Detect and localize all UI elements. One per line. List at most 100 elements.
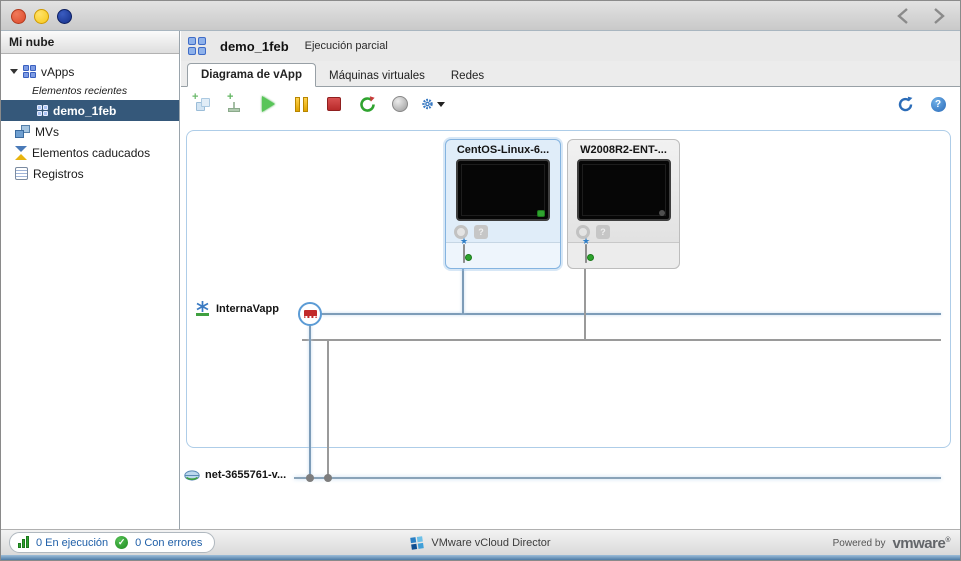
- power-indicator-icon: [658, 210, 665, 216]
- switch-icon: [303, 310, 317, 318]
- connector-centos-nic: [462, 269, 464, 314]
- vm-card-w2008r2[interactable]: W2008R2-ENT-... ? ★: [567, 139, 680, 269]
- network-label-internavapp[interactable]: InternaVapp: [194, 300, 279, 317]
- stop-button[interactable]: [322, 93, 346, 115]
- stop-icon: [327, 97, 341, 111]
- vm-nic-strip: ★: [568, 237, 679, 268]
- logs-label: Registros: [33, 166, 84, 181]
- product-branding: VMware vCloud Director: [1, 530, 960, 556]
- help-icon: ?: [930, 96, 946, 112]
- help-button[interactable]: ?: [926, 93, 950, 115]
- network-line-net3655761[interactable]: [294, 477, 941, 479]
- tab-virtual-machines[interactable]: Máquinas virtuales: [316, 65, 438, 87]
- network-name: net-3655761-v...: [205, 469, 287, 481]
- vm-card-centos[interactable]: CentOS-Linux-6... ? ★: [445, 139, 561, 269]
- refresh-icon: [898, 96, 912, 111]
- network-label-net3655761[interactable]: net-3655761-v...: [184, 469, 286, 481]
- nic-connected-icon: [465, 254, 472, 261]
- powered-by-text: Powered by: [832, 537, 886, 549]
- add-vm-button[interactable]: +: [190, 91, 214, 115]
- vapp-item-icon: [37, 105, 48, 116]
- tab-diagram[interactable]: Diagrama de vApp: [187, 63, 316, 87]
- vapp-header: demo_1feb Ejecución parcial: [181, 31, 960, 61]
- console-icon: [392, 96, 408, 112]
- vapp-diagram: InternaVapp net-3655761-v... CentOS-Linu…: [181, 121, 960, 529]
- pause-icon: [294, 96, 308, 112]
- vapp-icon: [188, 37, 206, 55]
- recent-items-label: Elementos recientes: [32, 85, 128, 97]
- vms-icon: [15, 125, 30, 138]
- play-icon: [261, 96, 275, 112]
- vm-nic-connector[interactable]: ★: [580, 237, 594, 263]
- dropdown-caret-icon: [437, 101, 445, 107]
- nic-plug-icon: [463, 244, 472, 263]
- vapp-network-icon: [196, 301, 209, 316]
- vcloud-logo-icon: [410, 536, 425, 550]
- vm-question-badge-icon: ?: [474, 225, 488, 239]
- hourglass-icon: [15, 145, 27, 160]
- junction-dot: [324, 474, 332, 482]
- forward-chevron-icon[interactable]: [930, 6, 948, 26]
- window-close-button[interactable]: [11, 9, 26, 24]
- toolbar: + + ?: [181, 87, 960, 121]
- refresh-button[interactable]: [893, 93, 917, 115]
- vcloud-director-window: { "titlebar": { "window_buttons": ["clos…: [0, 0, 961, 561]
- main-panel: demo_1feb Ejecución parcial Diagrama de …: [181, 31, 960, 529]
- nic-connected-icon: [587, 254, 594, 261]
- connector-secondary-to-net: [327, 339, 329, 478]
- network-line-secondary[interactable]: [302, 339, 941, 341]
- junction-dot: [306, 474, 314, 482]
- sidebar-item-expired[interactable]: Elementos caducados: [1, 142, 179, 163]
- vm-console-thumbnail[interactable]: [456, 159, 550, 221]
- vm-nic-connector[interactable]: ★: [458, 237, 472, 263]
- vm-name: W2008R2-ENT-...: [580, 144, 667, 156]
- mvs-label: MVs: [35, 124, 59, 139]
- product-name: VMware vCloud Director: [431, 537, 551, 549]
- vm-nic-strip: ★: [446, 237, 560, 268]
- router-node-icon[interactable]: [298, 302, 322, 326]
- titlebar: [1, 1, 960, 31]
- connector-w2008-nic: [584, 269, 586, 340]
- org-network-icon: [184, 469, 200, 481]
- suspend-button[interactable]: [289, 93, 313, 115]
- gear-icon: [422, 98, 433, 110]
- start-button[interactable]: [256, 93, 280, 115]
- sidebar-item-logs[interactable]: Registros: [1, 163, 179, 184]
- add-vm-icon: +: [192, 91, 212, 113]
- expired-label: Elementos caducados: [32, 145, 151, 160]
- tab-networks[interactable]: Redes: [438, 65, 497, 87]
- vapps-icon: [23, 65, 36, 78]
- vm-name: CentOS-Linux-6...: [456, 144, 550, 156]
- vapp-status-text: Ejecución parcial: [304, 40, 388, 52]
- network-line-internavapp[interactable]: [321, 313, 941, 315]
- expand-caret-icon[interactable]: [10, 69, 18, 74]
- logs-icon: [15, 167, 28, 180]
- sidebar: Mi nube vApps Elementos recientes demo_1…: [1, 31, 180, 529]
- nic-plug-icon: [585, 244, 594, 263]
- sidebar-item-vapps[interactable]: vApps: [1, 61, 179, 82]
- actions-gear-button[interactable]: [421, 93, 445, 115]
- add-network-button[interactable]: +: [223, 91, 247, 115]
- toolbar-right: ?: [893, 87, 950, 121]
- reset-button[interactable]: [355, 93, 379, 115]
- nav-tree: vApps Elementos recientes demo_1feb MVs …: [1, 54, 179, 184]
- vmware-logo: vmware®: [892, 534, 950, 552]
- page-title: demo_1feb: [220, 38, 289, 54]
- statusbar: 0 En ejecución ✓ 0 Con errores VMware vC…: [1, 529, 960, 560]
- window-zoom-button[interactable]: [57, 9, 72, 24]
- vapps-label: vApps: [41, 64, 75, 79]
- window-minimize-button[interactable]: [34, 9, 49, 24]
- vm-console-thumbnail[interactable]: [576, 159, 671, 221]
- history-nav: [894, 6, 948, 26]
- sidebar-item-mvs[interactable]: MVs: [1, 121, 179, 142]
- sidebar-item-demo-1feb[interactable]: demo_1feb: [1, 100, 179, 121]
- connector-router-to-net: [309, 314, 311, 478]
- add-network-icon: +: [226, 91, 244, 113]
- selected-vapp-label: demo_1feb: [53, 103, 117, 118]
- reset-icon: [359, 95, 375, 112]
- tabbar: Diagrama de vApp Máquinas virtuales Rede…: [181, 61, 960, 87]
- back-chevron-icon[interactable]: [894, 6, 912, 26]
- powered-by: Powered by vmware®: [832, 530, 951, 556]
- network-name: InternaVapp: [216, 302, 279, 315]
- console-button[interactable]: [388, 93, 412, 115]
